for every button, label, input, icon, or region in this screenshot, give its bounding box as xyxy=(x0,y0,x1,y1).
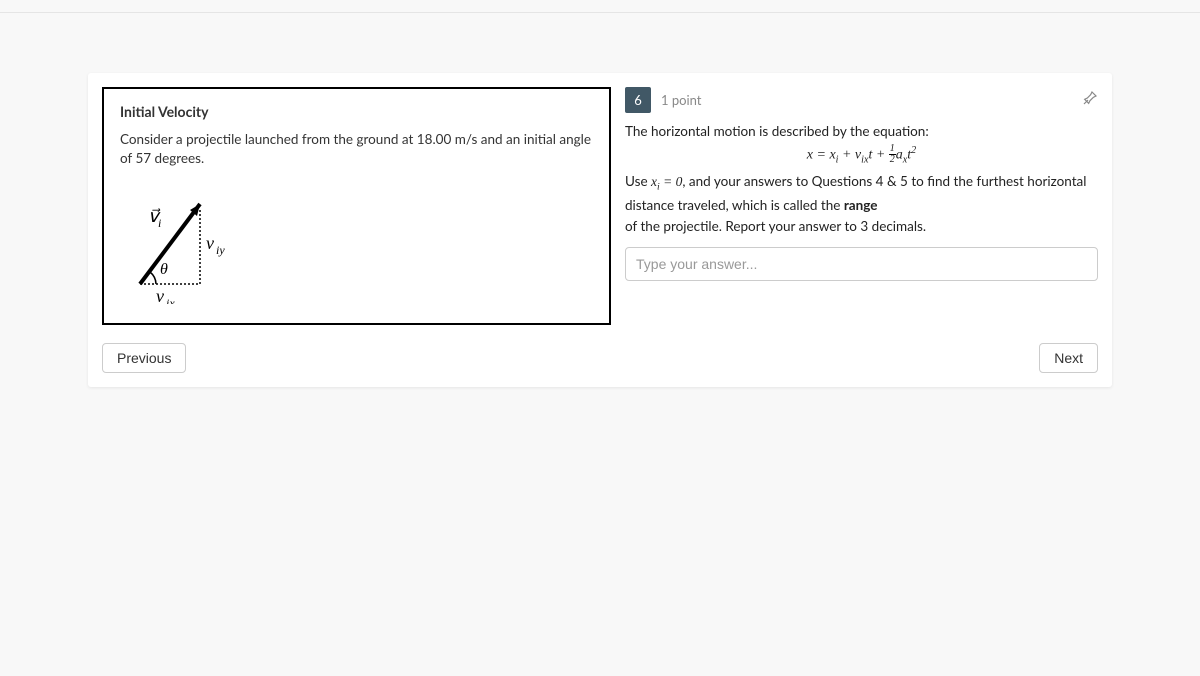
question-line-4: of the projectile. Report your answer to… xyxy=(625,216,1098,237)
pin-icon[interactable] xyxy=(1082,90,1098,110)
context-description: Consider a projectile launched from the … xyxy=(120,130,593,168)
question-body: The horizontal motion is described by th… xyxy=(625,121,1098,237)
svg-text:iy: iy xyxy=(216,243,225,257)
question-header: 6 1 point xyxy=(625,87,1098,113)
svg-text:ix: ix xyxy=(166,296,175,304)
svg-text:i: i xyxy=(158,216,161,230)
question-card: Initial Velocity Consider a projectile l… xyxy=(88,73,1112,387)
question-number: 6 xyxy=(625,87,651,113)
svg-text:θ: θ xyxy=(160,261,168,278)
equation-inline: xi = 0 xyxy=(651,174,682,189)
equation-main: x = xi + vixt + 12axt2 xyxy=(625,143,1098,168)
question-line-3: distance traveled, which is called the r… xyxy=(625,195,1098,216)
page: Initial Velocity Consider a projectile l… xyxy=(0,0,1200,387)
context-title: Initial Velocity xyxy=(120,103,593,120)
question-line-2: Use xi = 0, and your answers to Question… xyxy=(625,171,1098,195)
question-line-1: The horizontal motion is described by th… xyxy=(625,121,1098,142)
content-row: Initial Velocity Consider a projectile l… xyxy=(102,87,1098,325)
velocity-diagram: v⃗ i v iy θ v ix xyxy=(120,174,240,304)
range-word: range xyxy=(844,197,878,213)
svg-text:v: v xyxy=(206,233,214,253)
context-panel: Initial Velocity Consider a projectile l… xyxy=(102,87,611,325)
question-panel: 6 1 point The horizontal motion is descr… xyxy=(625,87,1098,325)
next-button[interactable]: Next xyxy=(1039,343,1098,373)
svg-text:v: v xyxy=(156,286,164,304)
question-points: 1 point xyxy=(661,92,1072,108)
top-divider xyxy=(0,12,1200,13)
answer-input[interactable] xyxy=(625,247,1098,281)
nav-row: Previous Next xyxy=(102,343,1098,373)
previous-button[interactable]: Previous xyxy=(102,343,186,373)
